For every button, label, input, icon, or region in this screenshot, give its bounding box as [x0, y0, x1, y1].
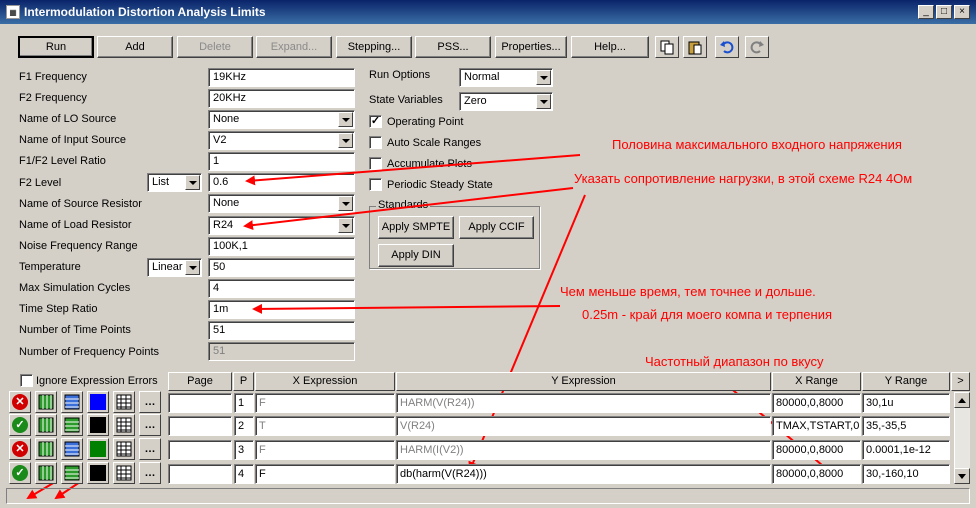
x-range-cell[interactable]: 80000,0,8000 — [772, 393, 861, 413]
curve-color-swatch[interactable] — [87, 462, 109, 484]
header-y-expression: Y Expression — [396, 372, 771, 391]
page-cell[interactable] — [168, 440, 232, 460]
table-icon[interactable] — [113, 391, 135, 413]
p-cell[interactable]: 4 — [234, 464, 254, 484]
curve-color-swatch[interactable] — [87, 438, 109, 460]
plot-lines-icon[interactable] — [61, 414, 83, 436]
more-options-button[interactable]: … — [139, 391, 161, 413]
y-range-cell[interactable]: 35,-35,5 — [862, 416, 950, 436]
plot-grid-icon[interactable] — [35, 438, 57, 460]
x-range-cell[interactable]: 80000,0,8000 — [772, 464, 861, 484]
status-error-icon[interactable]: ✕ — [9, 438, 31, 460]
ignore-errors-checkbox[interactable] — [20, 374, 33, 387]
ignore-errors-label: Ignore Expression Errors — [36, 375, 158, 387]
p-cell[interactable]: 2 — [234, 416, 254, 436]
more-options-button[interactable]: … — [139, 462, 161, 484]
header-p: P — [233, 372, 254, 391]
plot-lines-icon[interactable] — [61, 438, 83, 460]
header-page: Page — [168, 372, 232, 391]
plot-grid-icon[interactable] — [35, 414, 57, 436]
arrow-to-load-resistor — [243, 187, 574, 231]
header-y-range: Y Range — [862, 372, 950, 391]
plot-lines-icon[interactable] — [61, 462, 83, 484]
y-expression-cell[interactable]: HARM(I(V2)) — [396, 440, 771, 460]
page-cell[interactable] — [168, 464, 232, 484]
more-options-button[interactable]: … — [139, 414, 161, 436]
plot-grid-icon[interactable] — [35, 391, 57, 413]
table-icon[interactable] — [113, 414, 135, 436]
status-ok-icon[interactable]: ✓ — [9, 462, 31, 484]
page-cell[interactable] — [168, 416, 232, 436]
arrow-to-f2-level — [245, 154, 581, 186]
arrow-to-time-step — [252, 303, 561, 314]
x-expression-cell[interactable]: T — [255, 416, 395, 436]
y-expression-cell[interactable]: V(R24) — [396, 416, 771, 436]
status-ok-icon[interactable]: ✓ — [9, 414, 31, 436]
curve-color-swatch[interactable] — [87, 414, 109, 436]
x-expression-cell[interactable]: F — [255, 393, 395, 413]
curve-color-swatch[interactable] — [87, 391, 109, 413]
page-cell[interactable] — [168, 393, 232, 413]
header-x-expression: X Expression — [255, 372, 395, 391]
header-more-button[interactable]: > — [951, 372, 970, 391]
header-x-range: X Range — [772, 372, 861, 391]
table-icon[interactable] — [113, 462, 135, 484]
plot-lines-icon[interactable] — [61, 391, 83, 413]
plot-grid-icon[interactable] — [35, 462, 57, 484]
status-bar — [6, 488, 970, 504]
x-range-cell[interactable]: 80000,0,8000 — [772, 440, 861, 460]
y-range-cell[interactable]: 30,1u — [862, 393, 950, 413]
y-expression-cell[interactable]: db(harm(V(R24))) — [396, 464, 771, 484]
p-cell[interactable]: 3 — [234, 440, 254, 460]
scroll-up-button[interactable] — [954, 392, 970, 408]
status-error-icon[interactable]: ✕ — [9, 391, 31, 413]
more-options-button[interactable]: … — [139, 438, 161, 460]
y-expression-cell[interactable]: HARM(V(R24)) — [396, 393, 771, 413]
x-expression-cell[interactable]: F — [255, 440, 395, 460]
y-range-cell[interactable]: 30,-160,10 — [862, 464, 950, 484]
x-expression-cell[interactable]: F — [255, 464, 395, 484]
scroll-down-button[interactable] — [954, 468, 970, 484]
y-range-cell[interactable]: 0.0001,1e-12 — [862, 440, 950, 460]
table-icon[interactable] — [113, 438, 135, 460]
p-cell[interactable]: 1 — [234, 393, 254, 413]
x-range-cell[interactable]: TMAX,TSTART,0.0 — [772, 416, 861, 436]
